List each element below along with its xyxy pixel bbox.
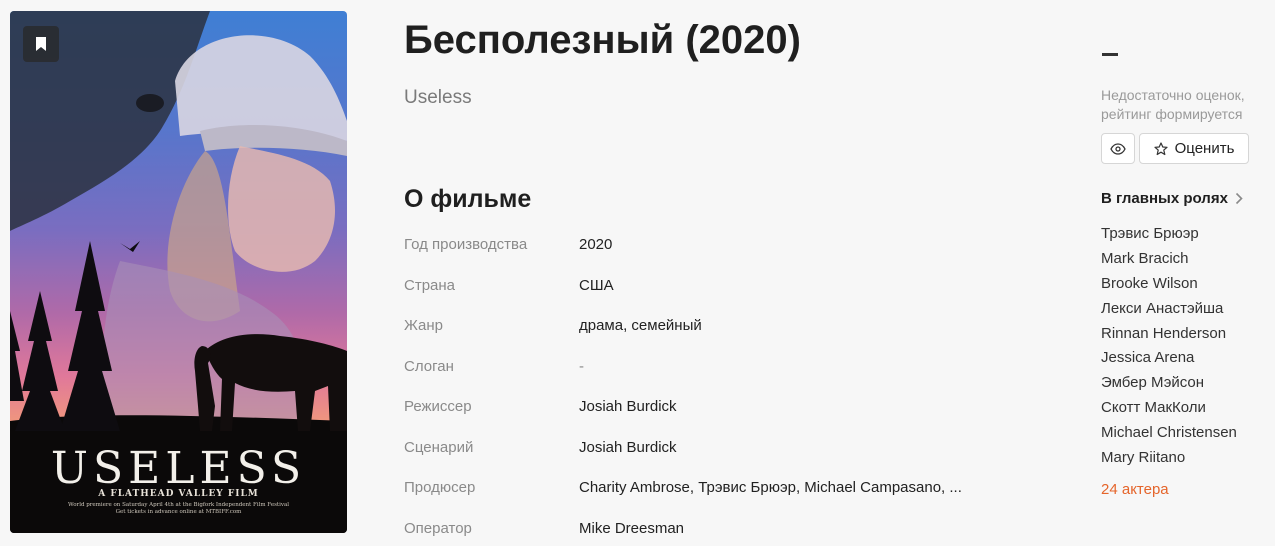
cast-item[interactable]: Brooke Wilson (1101, 275, 1237, 300)
info-row-writer: Сценарий Josiah Burdick (404, 435, 1024, 476)
poster-fine-print: World premiere on Saturday April 4th at … (67, 502, 290, 515)
info-value-link[interactable]: Josiah Burdick (579, 398, 677, 415)
cast-item[interactable]: Michael Christensen (1101, 424, 1237, 449)
info-value-link[interactable]: драма, семейный (579, 317, 702, 334)
star-icon (1154, 141, 1168, 155)
cast-more-link[interactable]: 24 актера (1101, 481, 1169, 498)
info-value-link[interactable]: США (579, 277, 614, 294)
cast-item[interactable]: Лекси Анастэйша (1101, 300, 1237, 325)
info-label: Режиссер (404, 398, 472, 415)
rating-value (1102, 53, 1118, 56)
info-value-link[interactable]: 2020 (579, 236, 612, 253)
original-title: Useless (404, 87, 472, 108)
cast-item[interactable]: Mary Riitano (1101, 449, 1237, 474)
film-info-table: Год производства 2020 Страна США Жанр др… (404, 232, 1024, 546)
cast-item[interactable]: Трэвис Брюэр (1101, 225, 1237, 250)
info-row-genre: Жанр драма, семейный (404, 313, 1024, 354)
about-section-title: О фильме (404, 185, 532, 213)
eye-icon (1110, 142, 1126, 155)
cast-item[interactable]: Эмбер Мэйсон (1101, 374, 1237, 399)
info-label: Год производства (404, 236, 528, 253)
bookmark-icon (36, 37, 46, 51)
bookmark-button[interactable] (23, 26, 59, 62)
rating-note: Недостаточно оценок, рейтинг формируется (1101, 87, 1245, 122)
movie-poster: USELESS A FLATHEAD VALLEY FILM World pre… (10, 11, 347, 533)
rate-button[interactable]: Оценить (1139, 133, 1249, 164)
info-label: Продюсер (404, 479, 476, 496)
cast-item[interactable]: Скотт МакКоли (1101, 399, 1237, 424)
info-value: - (579, 357, 584, 375)
info-label: Жанр (404, 317, 443, 334)
info-row-year: Год производства 2020 (404, 232, 1024, 273)
cast-item[interactable]: Jessica Arena (1101, 349, 1237, 374)
info-value-link[interactable]: Josiah Burdick (579, 439, 677, 456)
cast-item[interactable]: Rinnan Henderson (1101, 325, 1237, 350)
chevron-right-icon (1235, 192, 1243, 205)
info-value-link[interactable]: Charity Ambrose, Трэвис Брюэр, Michael C… (579, 479, 962, 496)
info-row-director: Режиссер Josiah Burdick (404, 394, 1024, 435)
info-label: Оператор (404, 519, 472, 537)
cast-list: Трэвис Брюэр Mark Bracich Brooke Wilson … (1101, 225, 1237, 474)
info-label: Слоган (404, 357, 454, 375)
info-row-tagline: Слоган - (404, 354, 1024, 395)
rate-button-label: Оценить (1174, 140, 1235, 157)
cast-section-title: В главных ролях (1101, 190, 1228, 207)
info-row-operator: Оператор Mike Dreesman (404, 516, 1024, 546)
info-row-producer: Продюсер Charity Ambrose, Трэвис Брюэр, … (404, 475, 1024, 516)
info-row-country: Страна США (404, 273, 1024, 314)
cast-section-link[interactable]: В главных ролях (1101, 190, 1243, 207)
info-label: Сценарий (404, 438, 474, 456)
watch-later-button[interactable] (1101, 133, 1135, 164)
info-label: Страна (404, 276, 456, 294)
poster-subtitle-text: A FLATHEAD VALLEY FILM (98, 489, 259, 499)
cast-item[interactable]: Mark Bracich (1101, 250, 1237, 275)
page-title: Бесполезный (2020) (404, 18, 801, 62)
info-value-link[interactable]: Mike Dreesman (579, 520, 684, 537)
poster-title-text: USELESS (50, 443, 307, 494)
